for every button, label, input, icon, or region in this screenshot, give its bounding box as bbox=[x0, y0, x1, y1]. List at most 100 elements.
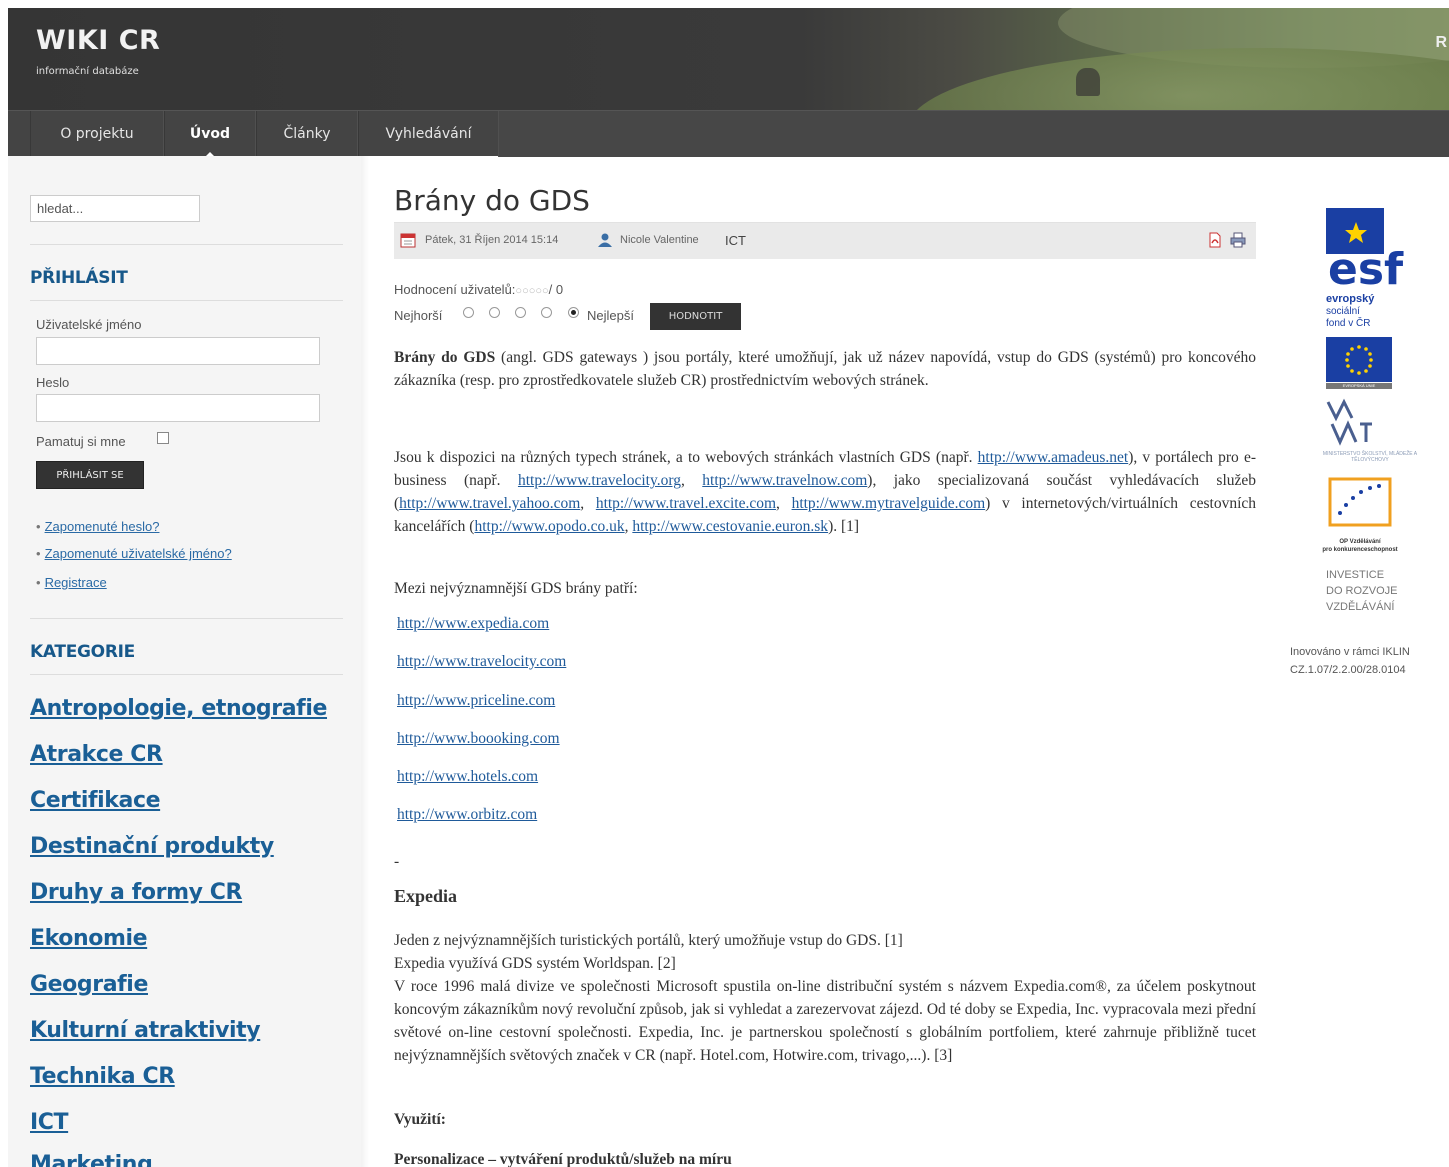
travelocity-org-link[interactable]: http://www.travelocity.org bbox=[518, 472, 681, 489]
eu-stars-icon bbox=[1345, 345, 1373, 375]
forgot-password-link[interactable]: • Zapomenuté heslo? bbox=[36, 519, 159, 534]
remember-label: Pamatuj si mne bbox=[36, 434, 126, 449]
header-edge-text: R bbox=[1435, 34, 1447, 51]
op-caption-2: pro konkurenceschopnost bbox=[1322, 547, 1398, 553]
expedia-history: V roce 1996 malá divize ve společnosti M… bbox=[394, 978, 1256, 1064]
invest-line-2: DO ROZVOJE bbox=[1326, 585, 1398, 597]
rating-stars: ○○○○○ bbox=[515, 285, 549, 297]
sidebar-divider bbox=[30, 300, 343, 301]
op-caption-1: OP Vzdělávání bbox=[1339, 539, 1381, 545]
expedia-line-2: Expedia využívá GDS systém Worldspan. [2… bbox=[394, 955, 676, 972]
rating-radio-1[interactable] bbox=[463, 307, 474, 318]
paragraph-text: Jsou k dispozici na různých typech strán… bbox=[394, 449, 973, 466]
category-link[interactable]: Antropologie, etnografie bbox=[30, 696, 327, 721]
category-link[interactable]: Certifikace bbox=[30, 788, 161, 813]
gds-link-travelocity[interactable]: http://www.travelocity.com bbox=[397, 653, 566, 671]
esf-logo-text: esf bbox=[1328, 244, 1404, 288]
rating-radio-5[interactable] bbox=[568, 307, 579, 318]
nav-item-vyhledavani[interactable]: Vyhledávání bbox=[358, 111, 499, 157]
opodo-link[interactable]: http://www.opodo.co.uk bbox=[474, 518, 624, 535]
register-link[interactable]: • Registrace bbox=[36, 575, 107, 590]
login-button[interactable]: PŘIHLÁSIT SE bbox=[36, 461, 144, 489]
innovation-line-2: CZ.1.07/2.2.00/28.0104 bbox=[1290, 664, 1406, 676]
op-vk-logo[interactable]: OP Vzdělávání pro konkurenceschopnost bbox=[1300, 473, 1420, 563]
rating-value: / 0 bbox=[548, 282, 564, 297]
nav-item-clanky[interactable]: Články bbox=[256, 111, 358, 157]
header-background-figure bbox=[1076, 68, 1100, 96]
article-author: Nicole Valentine bbox=[620, 234, 699, 246]
rating-label: Hodnocení uživatelů: bbox=[394, 282, 516, 297]
calendar-icon bbox=[400, 233, 416, 248]
article-category[interactable]: ICT bbox=[725, 233, 746, 248]
nav-item-uvod[interactable]: Úvod bbox=[164, 111, 256, 157]
paragraph-text: , bbox=[776, 495, 780, 512]
site-logo-subtitle: informační databáze bbox=[36, 66, 139, 77]
main-navigation: O projektu Úvod Články Vyhledávání bbox=[8, 110, 1449, 157]
eu-caption-text: EVROPSKÁ UNIE bbox=[1342, 383, 1376, 388]
msmt-logo[interactable]: MINISTERSTVO ŠKOLSTVÍ, MLÁDEŽE A TĚLOVÝC… bbox=[1310, 398, 1430, 468]
esf-emblem-icon: esf bbox=[1326, 208, 1404, 295]
nav-item-o-projektu[interactable]: O projektu bbox=[30, 111, 164, 157]
gds-link-expedia[interactable]: http://www.expedia.com bbox=[397, 615, 549, 633]
gds-link-priceline[interactable]: http://www.priceline.com bbox=[397, 692, 555, 710]
forgot-username-link[interactable]: • Zapomenuté uživatelské jméno? bbox=[36, 546, 232, 561]
innovation-line-1: Inovováno v rámci IKLIN bbox=[1290, 646, 1410, 658]
category-link[interactable]: Atrakce CR bbox=[30, 742, 163, 767]
site-logo-title[interactable]: WIKI CR bbox=[36, 25, 160, 56]
expedia-heading: Expedia bbox=[394, 886, 458, 906]
category-link[interactable]: Destinační produkty bbox=[30, 834, 274, 859]
travel-excite-link[interactable]: http://www.travel.excite.com bbox=[596, 495, 776, 512]
esf-logo[interactable]: esf evropský sociální fond v ČR bbox=[1326, 208, 1414, 329]
password-label: Heslo bbox=[36, 375, 70, 390]
rating-radio-4[interactable] bbox=[541, 307, 552, 318]
username-label: Uživatelské jméno bbox=[36, 317, 142, 332]
print-icon[interactable] bbox=[1230, 232, 1246, 248]
travelnow-link[interactable]: http://www.travelnow.com bbox=[702, 472, 867, 489]
amadeus-link[interactable]: http://www.amadeus.net bbox=[978, 449, 1129, 466]
password-field[interactable] bbox=[36, 394, 320, 422]
username-field[interactable] bbox=[36, 337, 320, 365]
gds-link-booking[interactable]: http://www.boooking.com bbox=[397, 730, 560, 748]
category-link[interactable]: Kulturní atraktivity bbox=[30, 1018, 261, 1043]
vyuziti-heading: Využití: bbox=[394, 1111, 446, 1128]
header-background-landscape bbox=[908, 48, 1449, 110]
gds-link-orbitz[interactable]: http://www.orbitz.com bbox=[397, 806, 537, 824]
remember-checkbox[interactable] bbox=[157, 432, 169, 444]
categories-heading: KATEGORIE bbox=[30, 642, 135, 662]
category-link[interactable]: ICT bbox=[30, 1110, 69, 1135]
travel-yahoo-link[interactable]: http://www.travel.yahoo.com bbox=[399, 495, 580, 512]
gds-list-intro: Mezi nejvýznamnější GDS brány patří: bbox=[394, 580, 638, 597]
eu-flag-logo[interactable] bbox=[1326, 337, 1392, 382]
category-link[interactable]: Geografie bbox=[30, 972, 148, 997]
rating-radio-2[interactable] bbox=[489, 307, 500, 318]
site-header: WIKI CR informační databáze R bbox=[8, 8, 1449, 110]
category-link[interactable]: Technika CR bbox=[30, 1064, 175, 1089]
mytravelguide-link[interactable]: http://www.mytravelguide.com bbox=[792, 495, 986, 512]
pdf-icon[interactable] bbox=[1207, 232, 1223, 248]
sidebar-shadow bbox=[361, 156, 369, 1167]
article-date: Pátek, 31 Říjen 2014 15:14 bbox=[425, 234, 559, 246]
category-link[interactable]: Druhy a formy CR bbox=[30, 880, 242, 905]
invest-line-3: VZDĚLÁVÁNÍ bbox=[1326, 601, 1395, 613]
op-emblem-icon bbox=[1328, 477, 1392, 527]
intro-text: (angl. GDS gateways ) jsou portály, kter… bbox=[394, 349, 1256, 389]
rate-button[interactable]: HODNOTIT bbox=[650, 303, 741, 330]
innovation-note: Inovováno v rámci IKLIN CZ.1.07/2.2.00/2… bbox=[1290, 643, 1410, 679]
cestovanie-euron-link[interactable]: http://www.cestovanie.euron.sk bbox=[632, 518, 828, 535]
nav-filler bbox=[499, 111, 1449, 157]
msmt-emblem-icon bbox=[1326, 398, 1372, 446]
search-input[interactable] bbox=[30, 195, 200, 222]
gds-link-hotels[interactable]: http://www.hotels.com bbox=[397, 768, 538, 786]
user-rating: Hodnocení uživatelů:○○○○○/ 0 bbox=[394, 282, 563, 297]
user-icon bbox=[598, 233, 612, 247]
article-title: Brány do GDS bbox=[394, 184, 590, 217]
paragraph-text: , bbox=[580, 495, 585, 512]
sidebar-divider bbox=[30, 674, 343, 675]
paragraph-text: , bbox=[680, 472, 685, 489]
category-link[interactable]: Marketing bbox=[30, 1152, 153, 1167]
rating-radio-3[interactable] bbox=[515, 307, 526, 318]
msmt-caption: MINISTERSTVO ŠKOLSTVÍ, MLÁDEŽE A TĚLOVÝC… bbox=[1322, 451, 1418, 463]
personalizace-item: Personalizace – vytváření produktů/služe… bbox=[394, 1151, 732, 1167]
esf-line-3: fond v ČR bbox=[1326, 318, 1371, 329]
category-link[interactable]: Ekonomie bbox=[30, 926, 148, 951]
